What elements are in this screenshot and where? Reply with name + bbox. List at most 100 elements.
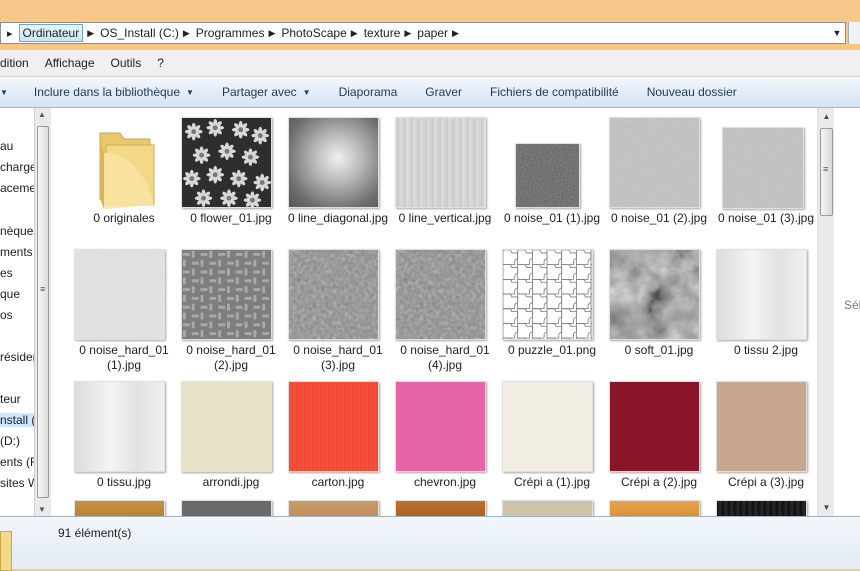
grip-icon: ≡	[823, 164, 829, 174]
chevron-right-icon[interactable]: ▶	[83, 28, 100, 39]
burn-button[interactable]: Graver	[411, 85, 476, 99]
new-folder-button[interactable]: Nouveau dossier	[633, 85, 751, 99]
file-item[interactable]: 0 noise_01 (1).jpg	[502, 117, 602, 245]
crumb-photoscape[interactable]: PhotoScape	[281, 26, 346, 40]
image-thumbnail	[609, 117, 700, 208]
chevron-right-icon[interactable]: ▶	[264, 28, 281, 39]
history-dropdown-icon[interactable]: ▼	[829, 28, 845, 38]
slideshow-button[interactable]: Diaporama	[325, 85, 412, 99]
content-scrollbar[interactable]: ▲ ≡ ▼	[817, 108, 835, 516]
nav-item[interactable]: (D:)	[0, 434, 20, 448]
share-with-button[interactable]: Partager avec ▼	[208, 85, 325, 99]
chevron-right-icon[interactable]: ▶	[400, 28, 417, 39]
chevron-right-icon[interactable]: ▶	[179, 28, 196, 39]
scroll-up-icon[interactable]: ▲	[818, 108, 835, 125]
chevron-right-icon[interactable]: ▶	[448, 28, 465, 39]
image-thumbnail[interactable]	[609, 500, 700, 516]
file-item[interactable]: 0 tissu 2.jpg	[716, 249, 816, 377]
image-thumbnail[interactable]	[181, 500, 272, 516]
file-item[interactable]: 0 line_vertical.jpg	[395, 117, 495, 245]
file-item[interactable]: 0 noise_hard_01 (1).jpg	[74, 249, 174, 377]
image-thumbnail	[74, 381, 165, 472]
menu-outils[interactable]: Outils	[103, 56, 150, 70]
share-with-label: Partager avec	[221, 85, 297, 99]
nav-item[interactable]: résider	[0, 350, 37, 364]
file-item[interactable]: Crépi a (1).jpg	[502, 381, 602, 509]
image-thumbnail[interactable]	[716, 500, 807, 516]
image-thumbnail[interactable]	[395, 500, 486, 516]
image-thumbnail	[181, 381, 272, 472]
menu-help[interactable]: ?	[149, 56, 172, 70]
file-item[interactable]: 0 noise_hard_01 (4).jpg	[395, 249, 495, 377]
menu-edition[interactable]: dition	[0, 56, 37, 70]
menu-affichage[interactable]: Affichage	[37, 56, 103, 70]
nav-scroll-thumb[interactable]: ≡	[37, 126, 49, 498]
nav-item[interactable]: es	[0, 266, 13, 280]
image-thumbnail	[609, 381, 700, 472]
file-name: chevron.jpg	[413, 475, 477, 489]
file-name: 0 originales	[93, 211, 155, 225]
file-name: Crépi a (2).jpg	[620, 475, 698, 489]
image-thumbnail	[716, 381, 807, 472]
file-item[interactable]: 0 flower_01.jpg	[181, 117, 281, 245]
crumb-programmes[interactable]: Programmes	[196, 26, 265, 40]
file-name: 0 noise_01 (3).jpg	[717, 211, 815, 225]
scroll-down-icon[interactable]: ▼	[38, 505, 46, 514]
file-item[interactable]: 0 noise_01 (3).jpg	[716, 117, 816, 245]
chevron-right-icon[interactable]: ▶	[347, 28, 364, 39]
nav-scrollbar[interactable]: ▲ ≡ ▼	[34, 108, 51, 516]
file-item[interactable]: 0 noise_01 (2).jpg	[609, 117, 709, 245]
file-name: 0 noise_hard_01 (4).jpg	[400, 343, 490, 372]
image-thumbnail	[502, 381, 593, 472]
file-item[interactable]: 0 tissu.jpg	[74, 381, 174, 509]
nav-item[interactable]: teur	[0, 392, 21, 406]
address-bar[interactable]: ▸ Ordinateur ▶ OS_Install (C:) ▶ Program…	[0, 22, 846, 44]
details-pane-text: Sél	[844, 298, 860, 312]
nav-item[interactable]: os	[0, 308, 13, 322]
folder-icon	[0, 531, 12, 571]
file-item[interactable]: 0 soft_01.jpg	[609, 249, 709, 377]
file-item[interactable]: 0 noise_hard_01 (2).jpg	[181, 249, 281, 377]
image-thumbnail[interactable]	[288, 500, 379, 516]
file-name: 0 line_diagonal.jpg	[287, 211, 389, 225]
file-item[interactable]: Crépi a (3).jpg	[716, 381, 816, 509]
nav-item[interactable]: ments	[0, 245, 33, 259]
scroll-down-icon[interactable]: ▼	[818, 499, 835, 516]
image-thumbnail[interactable]	[502, 500, 593, 516]
file-item[interactable]: 0 puzzle_01.png	[502, 249, 602, 377]
file-name: 0 noise_hard_01 (1).jpg	[79, 343, 169, 372]
file-item[interactable]: 0 originales	[74, 117, 174, 245]
image-thumbnail	[722, 127, 804, 209]
image-thumbnail	[181, 117, 272, 208]
image-thumbnail	[395, 117, 486, 208]
file-item[interactable]: 0 line_diagonal.jpg	[288, 117, 388, 245]
nav-item[interactable]: que	[0, 287, 20, 301]
file-item[interactable]: carton.jpg	[288, 381, 388, 509]
file-name: 0 tissu.jpg	[96, 475, 152, 489]
details-pane: Sél	[834, 108, 860, 516]
crumb-ordinateur[interactable]: Ordinateur	[18, 24, 84, 42]
file-name: 0 soft_01.jpg	[624, 343, 694, 357]
compat-files-button[interactable]: Fichiers de compatibilité	[476, 85, 633, 99]
file-name: 0 puzzle_01.png	[507, 343, 597, 357]
file-name: 0 noise_hard_01 (3).jpg	[293, 343, 383, 372]
image-thumbnail[interactable]	[74, 500, 165, 516]
file-item[interactable]: arrondi.jpg	[181, 381, 281, 509]
crumb-texture[interactable]: texture	[364, 26, 401, 40]
content-scroll-thumb[interactable]: ≡	[820, 128, 833, 216]
organize-dropdown-icon[interactable]: ▼	[0, 88, 20, 97]
crumb-paper[interactable]: paper	[417, 26, 448, 40]
file-item[interactable]: 0 noise_hard_01 (3).jpg	[288, 249, 388, 377]
file-item[interactable]: chevron.jpg	[395, 381, 495, 509]
file-name: 0 flower_01.jpg	[190, 211, 272, 225]
scroll-up-icon[interactable]: ▲	[38, 110, 46, 119]
nav-item[interactable]: au	[0, 139, 13, 153]
include-library-label: Inclure dans la bibliothèque	[33, 85, 181, 99]
refresh-button[interactable]	[848, 22, 860, 44]
nav-item[interactable]: ents (F	[0, 455, 37, 469]
file-item[interactable]: Crépi a (2).jpg	[609, 381, 709, 509]
file-name: carton.jpg	[311, 475, 365, 489]
include-library-button[interactable]: Inclure dans la bibliothèque ▼	[20, 85, 208, 99]
crumb-os-install[interactable]: OS_Install (C:)	[100, 26, 179, 40]
folder-icon: ▸	[7, 27, 13, 40]
